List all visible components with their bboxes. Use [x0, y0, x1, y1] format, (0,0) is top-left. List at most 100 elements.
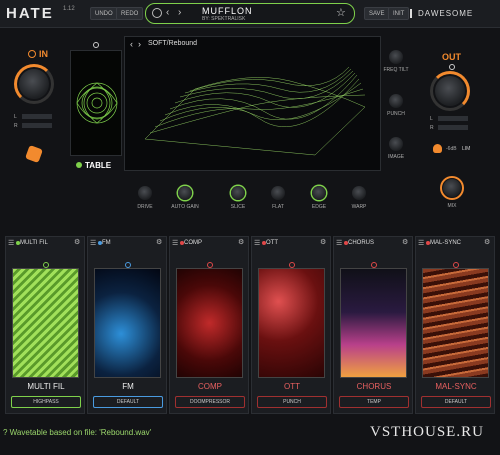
fx-artwork	[12, 268, 79, 378]
table-connector-icon	[93, 42, 99, 48]
output-gain-knob[interactable]	[435, 76, 465, 106]
flat-knob[interactable]	[271, 186, 285, 200]
fx-mode-select[interactable]: DOOMPRESSOR	[175, 396, 245, 408]
fx-menu-icon[interactable]: ☰	[418, 239, 424, 247]
table-power-icon[interactable]	[76, 162, 82, 168]
fx-settings-icon[interactable]: ⚙	[484, 238, 490, 246]
fx-mode-select[interactable]: PUNCH	[257, 396, 327, 408]
init-button[interactable]: INIT	[388, 7, 410, 20]
flat-label: FLAT	[272, 204, 284, 210]
fx-power-icon[interactable]	[98, 241, 102, 245]
fx-power-icon[interactable]	[426, 241, 430, 245]
brand-name: DAWESOME	[418, 9, 474, 18]
output-meter-r-label: R	[430, 125, 434, 131]
slice-label: SLICE	[230, 204, 246, 210]
preset-browser[interactable]: ‹ › MUFFLON BY: SPEKTRALISK ☆	[145, 3, 355, 24]
brand-logo-icon	[410, 9, 416, 18]
limiter-label[interactable]: LIM	[462, 146, 470, 152]
warp-label: WARP	[351, 204, 367, 210]
input-label: IN	[39, 49, 48, 59]
fx-settings-icon[interactable]: ⚙	[74, 238, 80, 246]
image-label: IMAGE	[387, 154, 405, 160]
fx-slot-chorus[interactable]: CHORUS ☰ ⚙ CHORUS TEMP	[333, 236, 413, 414]
fx-power-icon[interactable]	[16, 241, 20, 245]
fx-artwork	[176, 268, 243, 378]
app-logo: HATE	[6, 5, 54, 22]
fx-artwork	[258, 268, 325, 378]
freq-tilt-label: FREQ TILT	[383, 67, 409, 73]
fx-name: MULTI FIL	[27, 382, 65, 391]
favorite-star-icon[interactable]: ☆	[336, 6, 346, 19]
input-meter-r	[22, 123, 52, 128]
fx-menu-icon[interactable]: ☰	[90, 239, 96, 247]
fx-settings-icon[interactable]: ⚙	[238, 238, 244, 246]
skull-icon[interactable]	[433, 144, 442, 153]
slice-knob[interactable]	[231, 186, 245, 200]
fx-slot-mal-sync[interactable]: MAL-SYNC ☰ ⚙ MAL-SYNC DEFAULT	[415, 236, 495, 414]
fx-mode-value: PUNCH	[283, 399, 301, 405]
edge-label: EDGE	[311, 204, 327, 210]
fx-menu-icon[interactable]: ☰	[172, 239, 178, 247]
fx-mode-select[interactable]: DEFAULT	[421, 396, 491, 408]
preset-menu-icon[interactable]	[152, 8, 162, 18]
input-meter-l-label: L	[14, 114, 17, 120]
watermark-text: VSTHOUSE.RU	[370, 424, 484, 440]
dice-icon[interactable]	[25, 145, 43, 163]
fx-name: CHORUS	[356, 382, 392, 391]
undo-button[interactable]: UNDO	[90, 7, 118, 20]
fx-name: OTT	[284, 382, 300, 391]
fx-menu-icon[interactable]: ☰	[254, 239, 260, 247]
output-label: OUT	[442, 52, 461, 62]
punch-knob[interactable]	[389, 94, 403, 108]
fx-menu-icon[interactable]: ☰	[8, 239, 14, 247]
fx-mode-select[interactable]: DEFAULT	[93, 396, 163, 408]
redo-button[interactable]: REDO	[116, 7, 144, 20]
fx-mode-select[interactable]: TEMP	[339, 396, 409, 408]
wavetable-preview[interactable]	[70, 50, 122, 156]
preset-prev-icon[interactable]: ‹	[166, 7, 169, 18]
fx-slot-comp[interactable]: COMP ☰ ⚙ COMP DOOMPRESSOR	[169, 236, 249, 414]
input-meter-l	[22, 114, 52, 119]
freq-tilt-knob[interactable]	[389, 50, 403, 64]
fx-settings-icon[interactable]: ⚙	[402, 238, 408, 246]
mix-label: MIX	[447, 203, 457, 209]
output-connector-icon	[449, 64, 455, 70]
drive-knob[interactable]	[138, 186, 152, 200]
app-version: 1.12	[63, 6, 75, 12]
wavetable-spiral	[76, 82, 118, 124]
punch-label: PUNCH	[387, 111, 405, 117]
output-meter-l	[438, 116, 468, 121]
fx-menu-icon[interactable]: ☰	[336, 239, 342, 247]
waveform-3d-plot	[144, 66, 366, 156]
fx-name: MAL-SYNC	[435, 382, 477, 391]
output-meter-r	[438, 125, 468, 130]
save-button[interactable]: SAVE	[364, 7, 390, 20]
fx-name: COMP	[198, 382, 222, 391]
fx-settings-icon[interactable]: ⚙	[156, 238, 162, 246]
fx-artwork	[94, 268, 161, 378]
fx-mode-value: HIGHPASS	[33, 399, 59, 405]
input-gain-knob[interactable]	[19, 69, 49, 99]
fx-mode-select[interactable]: HIGHPASS	[11, 396, 81, 408]
input-power-icon[interactable]	[28, 50, 36, 58]
fx-slot-multi-fil[interactable]: MULTI FIL ☰ ⚙ MULTI FIL HIGHPASS	[5, 236, 85, 414]
table-label: TABLE	[85, 161, 112, 170]
auto-gain-knob[interactable]	[178, 186, 192, 200]
preset-next-icon[interactable]: ›	[178, 7, 181, 18]
drive-label: DRIVE	[137, 204, 153, 210]
fx-power-icon[interactable]	[180, 241, 184, 245]
fx-settings-icon[interactable]: ⚙	[320, 238, 326, 246]
fx-mode-value: DOOMPRESSOR	[189, 399, 230, 405]
fx-power-icon[interactable]	[262, 241, 266, 245]
fx-power-icon[interactable]	[344, 241, 348, 245]
image-knob[interactable]	[389, 137, 403, 151]
output-db-value: -6dB	[446, 146, 457, 152]
warp-knob[interactable]	[352, 186, 366, 200]
mix-knob[interactable]	[443, 179, 461, 197]
edge-knob[interactable]	[312, 186, 326, 200]
fx-mode-value: DEFAULT	[116, 399, 140, 405]
fx-slot-ott[interactable]: OTT ☰ ⚙ OTT PUNCH	[251, 236, 331, 414]
fx-artwork	[422, 268, 489, 378]
wavetable-display[interactable]: ‹ › SOFT/Rebound	[124, 36, 381, 171]
fx-slot-fm[interactable]: FM ☰ ⚙ FM DEFAULT	[87, 236, 167, 414]
